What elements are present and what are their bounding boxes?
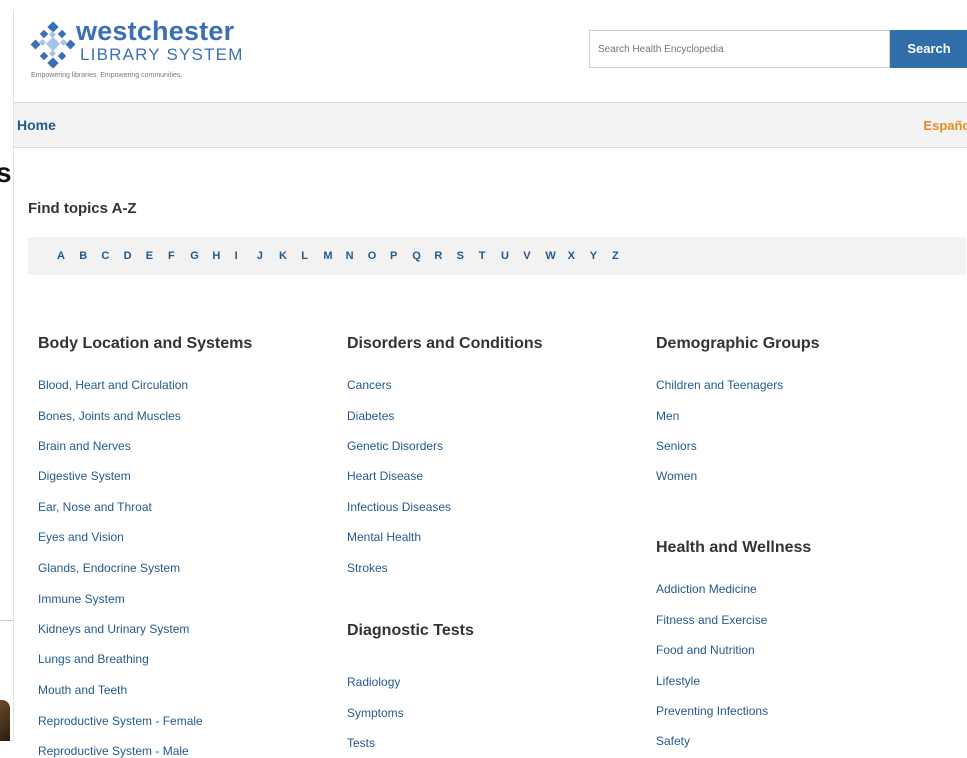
az-letter-link[interactable]: X — [568, 250, 575, 262]
background-window-text: s — [0, 157, 12, 188]
topic-link[interactable]: Symptoms — [347, 706, 404, 720]
topic-link[interactable]: Blood, Heart and Circulation — [38, 378, 188, 392]
az-letter-link[interactable]: A — [57, 250, 65, 262]
az-letter-link[interactable]: C — [101, 250, 109, 262]
topic-link[interactable]: Ear, Nose and Throat — [38, 500, 152, 514]
topic-link[interactable]: Digestive System — [38, 469, 131, 483]
az-letter-link[interactable]: M — [323, 250, 332, 262]
topic-link[interactable]: Preventing Infections — [656, 704, 768, 718]
background-divider — [0, 620, 13, 621]
topic-link[interactable]: Reproductive System - Male — [38, 744, 189, 758]
topic-link[interactable]: Eyes and Vision — [38, 530, 124, 544]
topic-link[interactable]: Food and Nutrition — [656, 643, 755, 657]
az-letter-link[interactable]: O — [368, 250, 377, 262]
topic-link[interactable]: Seniors — [656, 439, 697, 453]
background-image-fragment — [0, 700, 10, 741]
topic-link[interactable]: Strokes — [347, 561, 388, 575]
az-letter-link[interactable]: B — [79, 250, 87, 262]
logo-tagline: Empowering libraries. Empowering communi… — [31, 72, 183, 79]
topic-link[interactable]: Lungs and Breathing — [38, 652, 149, 666]
topic-link[interactable]: Infectious Diseases — [347, 500, 451, 514]
az-letter-link[interactable]: S — [457, 250, 464, 262]
az-letter-link[interactable]: E — [146, 250, 153, 262]
language-toggle-link[interactable]: Español — [923, 118, 967, 133]
topic-link[interactable]: Women — [656, 469, 697, 483]
az-letter-link[interactable]: G — [190, 250, 199, 262]
az-letter-link[interactable]: P — [390, 250, 397, 262]
az-letter-link[interactable]: N — [346, 250, 354, 262]
nav-bar: Home Español — [14, 103, 967, 148]
nav-home-link[interactable]: Home — [17, 117, 56, 133]
az-letter-link[interactable]: L — [301, 250, 308, 262]
az-letter-link[interactable]: W — [545, 250, 555, 262]
topic-link[interactable]: Tests — [347, 736, 375, 750]
search-input[interactable] — [589, 30, 890, 68]
topic-link[interactable]: Fitness and Exercise — [656, 613, 767, 627]
az-letter-link[interactable]: J — [257, 250, 263, 262]
topic-link[interactable]: Genetic Disorders — [347, 439, 443, 453]
logo-wordmark: westchester — [76, 16, 235, 46]
background-window-strip: s — [0, 0, 13, 741]
az-section-title: Find topics A-Z — [28, 200, 137, 217]
topic-link[interactable]: Lifestyle — [656, 674, 700, 688]
topic-link[interactable]: Bones, Joints and Muscles — [38, 409, 181, 423]
topic-link[interactable]: Heart Disease — [347, 469, 423, 483]
topic-link[interactable]: Glands, Endocrine System — [38, 561, 180, 575]
topic-link[interactable]: Addiction Medicine — [656, 582, 757, 596]
az-letter-bar: A B C D E F G H I J K L M N O P Q R S T U V W X Y Z — [28, 237, 966, 275]
az-letter-link[interactable]: Y — [590, 250, 597, 262]
topic-link[interactable]: Men — [656, 409, 679, 423]
topic-link[interactable]: Safety — [656, 734, 690, 748]
az-letter-link[interactable]: D — [124, 250, 132, 262]
topic-link[interactable]: Mouth and Teeth — [38, 683, 127, 697]
az-letter-link[interactable]: I — [235, 250, 238, 262]
az-letter-link[interactable]: T — [479, 250, 486, 262]
search-button[interactable]: Search — [890, 30, 967, 68]
category-heading: Health and Wellness — [656, 539, 812, 556]
topic-link[interactable]: Cancers — [347, 378, 392, 392]
topic-link[interactable]: Brain and Nerves — [38, 439, 131, 453]
topic-link[interactable]: Kidneys and Urinary System — [38, 622, 189, 636]
az-letter-link[interactable]: Q — [412, 250, 421, 262]
topic-link[interactable]: Mental Health — [347, 530, 421, 544]
category-heading: Body Location and Systems — [38, 335, 253, 352]
topic-link[interactable]: Immune System — [38, 592, 125, 606]
az-letter-link[interactable]: H — [212, 250, 220, 262]
topic-link[interactable]: Children and Teenagers — [656, 378, 783, 392]
health-encyclopedia-page: westchester LIBRARY SYSTEM Empowering li… — [13, 10, 967, 758]
az-letter-link[interactable]: R — [434, 250, 442, 262]
az-letter-link[interactable]: F — [168, 250, 175, 262]
logo-subtitle: LIBRARY SYSTEM — [80, 45, 244, 64]
category-heading: Demographic Groups — [656, 335, 820, 352]
az-letter-link[interactable]: Z — [612, 250, 619, 262]
category-heading: Disorders and Conditions — [347, 335, 543, 352]
site-header: westchester LIBRARY SYSTEM Empowering li… — [14, 10, 967, 103]
topic-link[interactable]: Diabetes — [347, 409, 394, 423]
az-letter-link[interactable]: U — [501, 250, 509, 262]
az-letter-link[interactable]: V — [523, 250, 530, 262]
logo-quilt-icon — [30, 21, 76, 69]
category-heading: Diagnostic Tests — [347, 622, 474, 639]
topic-link[interactable]: Radiology — [347, 675, 400, 689]
site-logo[interactable]: westchester LIBRARY SYSTEM Empowering li… — [28, 16, 258, 88]
topic-link[interactable]: Reproductive System - Female — [38, 714, 203, 728]
az-letter-link[interactable]: K — [279, 250, 287, 262]
